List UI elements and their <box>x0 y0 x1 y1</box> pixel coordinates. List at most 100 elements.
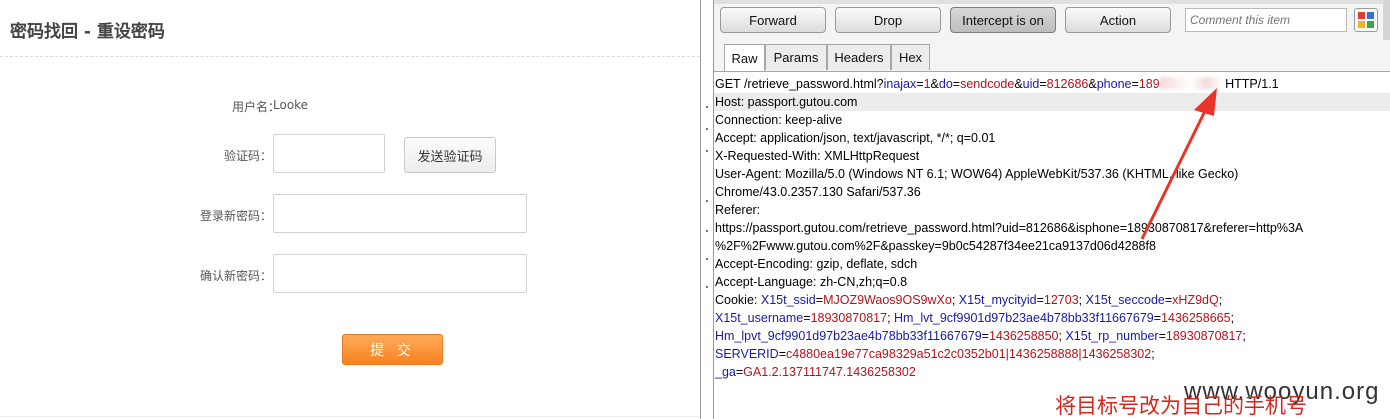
tab-hex[interactable]: Hex <box>891 44 930 70</box>
tab-headers[interactable]: Headers <box>827 44 891 70</box>
splitter-grip <box>706 128 708 130</box>
redacted-phone <box>1159 77 1222 89</box>
cookie-value: c4880ea19e77ca98329a51c2c0352b01|1436258… <box>786 347 1152 361</box>
cookie-line: Cookie: X15t_ssid=MJOZ9Waos9OS9wXo; X15t… <box>715 291 1222 309</box>
send-code-button[interactable]: 发送验证码 <box>404 137 496 173</box>
cookie-name: X15t_username <box>715 311 804 325</box>
splitter-grip <box>706 106 708 108</box>
cookie-separator: ; <box>887 311 895 325</box>
cookie-value: 18930870817 <box>810 311 888 325</box>
tab-params[interactable]: Params <box>765 44 827 70</box>
cookie-value: 12703 <box>1043 293 1079 307</box>
request-line: GET /retrieve_password.html?inajax=1&do=… <box>715 75 1279 93</box>
cookie-equals: = <box>803 311 811 325</box>
header-text: User-Agent: Mozilla/5.0 (Windows NT 6.1;… <box>715 167 1239 181</box>
request-protocol: HTTP/1.1 <box>1221 77 1279 91</box>
cookie-equals: = <box>1158 329 1166 343</box>
cookie-name: X15t_ssid <box>760 293 816 307</box>
forward-button[interactable]: Forward <box>720 7 826 33</box>
header-text: Referer: <box>715 203 761 217</box>
cookie-separator: ; <box>1078 293 1086 307</box>
drop-button[interactable]: Drop <box>835 7 941 33</box>
action-button[interactable]: Action <box>1065 7 1171 33</box>
cookie-value: 1436258850 <box>988 329 1059 343</box>
cookie-equals: = <box>981 329 989 343</box>
header-text: Host: passport.gutou.com <box>715 95 858 109</box>
cookie-value: 1436258665 <box>1161 311 1231 325</box>
annotation-text: 将目标号改为自己的手机号 <box>1055 394 1307 418</box>
header-line: Connection: keep-alive <box>715 111 842 129</box>
header-line: Accept-Language: zh-CN,zh;q=0.8 <box>715 273 907 291</box>
cookie-separator: ; <box>1218 293 1223 307</box>
cookie-separator: ; <box>1151 347 1155 361</box>
header-line: X-Requested-With: XMLHttpRequest <box>715 147 919 165</box>
header-line: Referer: <box>715 201 760 219</box>
comment-input[interactable] <box>1185 8 1347 32</box>
header-text: X-Requested-With: XMLHttpRequest <box>715 149 920 163</box>
cookie-line: X15t_username=18930870817; Hm_lvt_9cf990… <box>715 309 1234 327</box>
bottom-divider <box>0 416 700 417</box>
cookie-separator: ; <box>1242 329 1246 343</box>
new-password-label: 登录新密码： <box>199 209 272 223</box>
cookie-value: MJOZ9Waos9OS9wXo <box>823 293 952 307</box>
cookie-name: _ga <box>715 365 736 379</box>
cookie-line: _ga=GA1.2.137111747.1436258302 <box>715 363 916 381</box>
cookie-separator: ; <box>951 293 959 307</box>
cookie-separator: ; <box>1230 311 1235 325</box>
header-line: Accept-Encoding: gzip, deflate, sdch <box>715 255 917 273</box>
param-value: 812686 <box>1046 77 1089 91</box>
param-separator: & <box>1088 77 1097 91</box>
cookie-value: GA1.2.137111747.1436258302 <box>743 365 916 379</box>
header-line: Accept: application/json, text/javascrip… <box>715 129 995 147</box>
param-equals: = <box>916 77 924 91</box>
color-swatch-icon <box>1367 12 1374 19</box>
color-swatch-icon <box>1358 21 1365 28</box>
header-line: Chrome/43.0.2357.130 Safari/537.36 <box>715 183 921 201</box>
header-line: %2F%2Fwww.gutou.com%2F&passkey=9b0c54287… <box>715 237 1156 255</box>
param-equals: = <box>1039 77 1047 91</box>
pane-splitter[interactable] <box>700 0 714 419</box>
submit-button[interactable]: 提 交 <box>342 334 443 365</box>
proxy-intercept-panel: Forward Drop Intercept is on Action Raw … <box>714 0 1390 419</box>
cookie-name: X15t_rp_number <box>1065 329 1159 343</box>
confirm-password-input[interactable] <box>273 254 527 293</box>
confirm-password-label: 确认新密码： <box>199 269 272 283</box>
param-name: uid <box>1022 77 1040 91</box>
cookie-name: X15t_seccode <box>1085 293 1165 307</box>
cookie-label: Cookie: <box>715 293 761 307</box>
highlight-color-button[interactable] <box>1354 8 1378 32</box>
splitter-grip <box>706 150 708 152</box>
param-name: phone <box>1096 77 1132 91</box>
cookie-equals: = <box>778 347 786 361</box>
cookie-equals: = <box>815 293 824 307</box>
header-text: Chrome/43.0.2357.130 Safari/537.36 <box>715 185 921 199</box>
splitter-grip <box>706 258 708 260</box>
username-label: 用户名： <box>231 100 280 114</box>
splitter-grip <box>706 230 708 232</box>
request-method-path: GET /retrieve_password.html? <box>715 77 884 91</box>
header-text: Connection: keep-alive <box>715 113 843 127</box>
header-line: https://passport.gutou.com/retrieve_pass… <box>715 219 1303 237</box>
param-separator: & <box>930 77 939 91</box>
param-value: sendcode <box>960 77 1015 91</box>
code-label: 验证码： <box>223 149 272 163</box>
cookie-line: SERVERID=c4880ea19e77ca98329a51c2c0352b0… <box>715 345 1155 363</box>
header-text: Accept: application/json, text/javascrip… <box>715 131 996 145</box>
new-password-input[interactable] <box>273 194 527 233</box>
verification-code-input[interactable] <box>273 134 385 173</box>
password-reset-page: 密码找回 - 重设密码 用户名： Looke 验证码： 发送验证码 登录新密码：… <box>0 0 700 419</box>
splitter-grip <box>706 200 708 202</box>
param-value: 1 <box>923 77 931 91</box>
intercept-toggle-button[interactable]: Intercept is on <box>950 7 1056 33</box>
cookie-line: Hm_lpvt_9cf9901d97b23ae4b78bb33f11667679… <box>715 327 1246 345</box>
color-swatch-icon <box>1358 12 1365 19</box>
param-equals: = <box>1131 77 1139 91</box>
raw-request-editor[interactable]: GET /retrieve_password.html?inajax=1&do=… <box>714 71 1390 419</box>
cookie-name: Hm_lvt_9cf9901d97b23ae4b78bb33f11667679 <box>894 311 1154 325</box>
header-text: Accept-Language: zh-CN,zh;q=0.8 <box>715 275 908 289</box>
header-text: https://passport.gutou.com/retrieve_pass… <box>715 221 1304 235</box>
color-swatch-icon <box>1367 21 1374 28</box>
splitter-grip <box>706 286 708 288</box>
tab-raw[interactable]: Raw <box>724 44 765 72</box>
toolbar-top-edge <box>714 0 1390 4</box>
